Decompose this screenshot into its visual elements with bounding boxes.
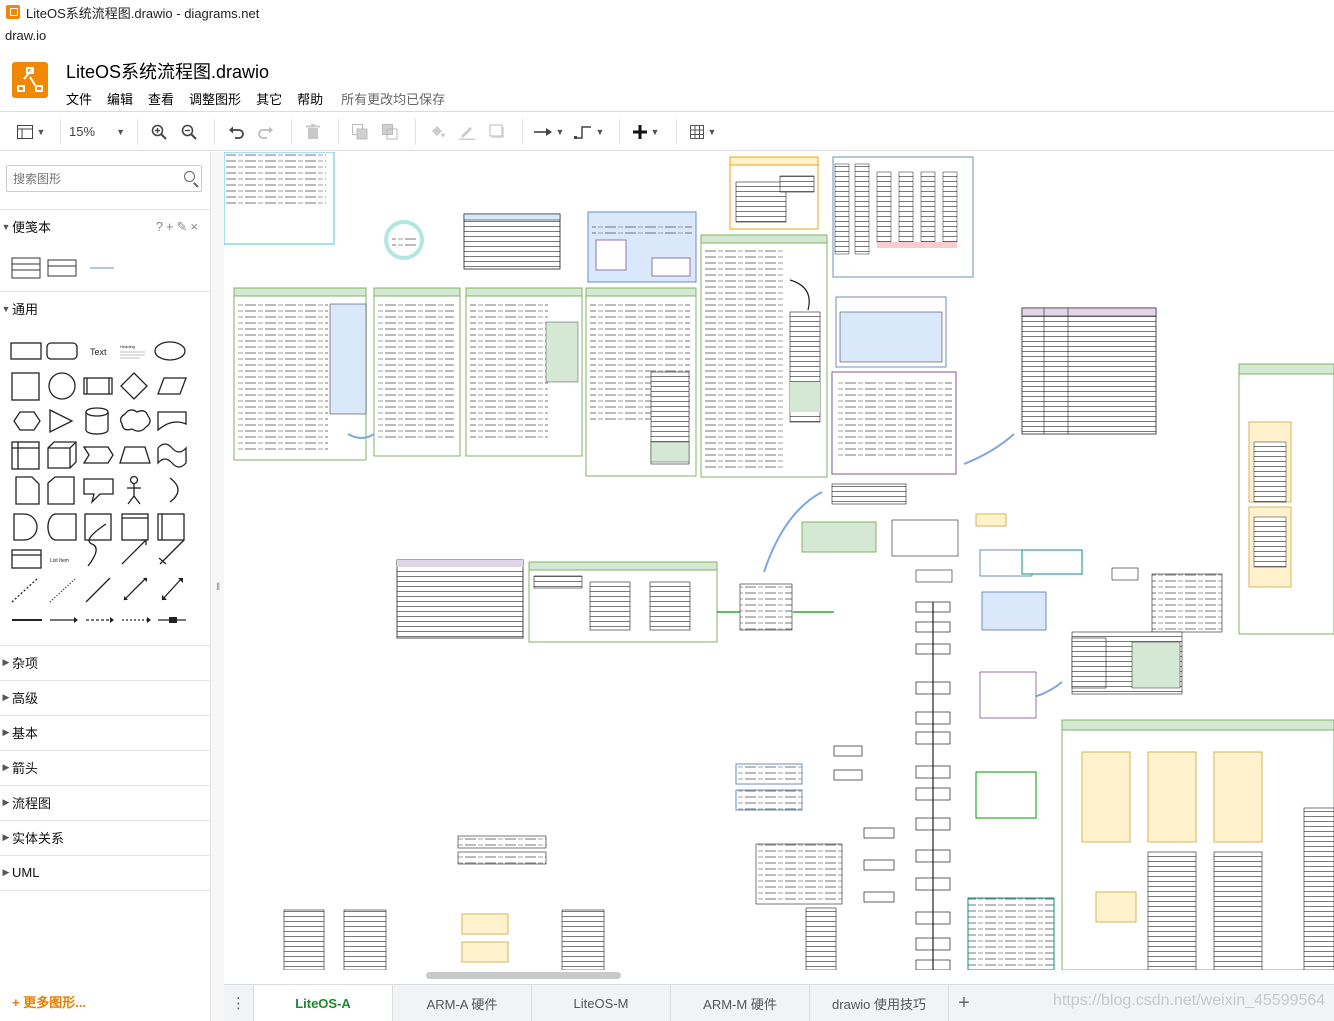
app-header: LiteOS系统流程图.drawio 文件 编辑 查看 调整图形 其它 帮助 所…	[0, 50, 1334, 112]
shape-search	[6, 165, 202, 192]
fill-color-button[interactable]	[424, 119, 450, 145]
to-back-button[interactable]	[377, 119, 403, 145]
to-front-button[interactable]	[347, 119, 373, 145]
zoom-out-icon	[181, 124, 197, 140]
menu-bar: 文件 编辑 查看 调整图形 其它 帮助 所有更改均已保存	[66, 89, 445, 108]
menu-arrange[interactable]: 调整图形	[189, 89, 241, 108]
window-title: LiteOS系统流程图.drawio - diagrams.net	[26, 5, 260, 21]
general-shapes-palette[interactable]: Text Heading List Item	[10, 334, 200, 630]
chevron-right-icon: ▶	[2, 727, 10, 737]
section-general[interactable]: ▼ 通用	[0, 291, 210, 325]
table-dropdown[interactable]: ▼	[685, 119, 721, 145]
undo-icon	[229, 126, 244, 139]
drawio-app-icon	[6, 5, 20, 19]
menu-file[interactable]: 文件	[66, 89, 92, 108]
add-page-button[interactable]: +	[949, 985, 979, 1021]
trash-icon	[306, 123, 320, 139]
table-icon	[689, 124, 704, 139]
scratchpad-tools[interactable]: ?+✎×	[156, 219, 201, 235]
zoom-in-icon	[151, 124, 167, 140]
section-advanced[interactable]: ▶ 高级	[0, 680, 210, 714]
pages-menu-button[interactable]: ⋮	[224, 985, 254, 1021]
splitter-grip-icon: ‖	[216, 582, 221, 593]
tab-drawio-tips[interactable]: drawio 使用技巧	[810, 985, 949, 1021]
shadow-button[interactable]	[484, 119, 510, 145]
view-panels-button[interactable]: ▼	[14, 119, 48, 145]
redo-icon	[258, 126, 273, 139]
straight-arrow-icon	[533, 127, 552, 136]
watermark-text: https://blog.csdn.net/weixin_45599564	[1053, 992, 1326, 1009]
to-back-icon	[382, 123, 398, 139]
plus-icon	[632, 124, 647, 139]
chevron-down-icon: ▼	[36, 126, 46, 137]
chevron-right-icon: ▶	[2, 762, 10, 772]
section-uml[interactable]: ▶ UML	[0, 855, 210, 889]
zoom-in-button[interactable]	[146, 119, 172, 145]
to-front-icon	[352, 123, 368, 139]
section-flowchart[interactable]: ▶ 流程图	[0, 785, 210, 819]
chevron-right-icon: ▶	[2, 832, 10, 842]
chevron-right-icon: ▶	[2, 657, 10, 667]
line-color-button[interactable]	[454, 119, 480, 145]
pencil-icon	[459, 126, 475, 140]
connection-style-dropdown[interactable]: ▼	[531, 119, 567, 145]
chevron-down-icon: ▼	[1, 303, 11, 314]
chevron-right-icon: ▶	[2, 797, 10, 807]
chevron-right-icon: ▶	[2, 867, 10, 877]
chevron-down-icon: ▼	[650, 126, 660, 137]
panel-layout-icon	[16, 124, 33, 139]
section-misc[interactable]: ▶ 杂项	[0, 645, 210, 679]
menu-help[interactable]: 帮助	[297, 89, 323, 108]
zoom-out-button[interactable]	[176, 119, 202, 145]
tab-liteos-a[interactable]: LiteOS-A	[254, 985, 393, 1021]
zoom-value: 15%	[69, 124, 96, 139]
drawio-logo	[12, 62, 48, 98]
chevron-down-icon: ▼	[707, 126, 717, 137]
toolbar: ▼ 15% ▼ ▼ ▼ ▼ ▼	[0, 113, 1334, 151]
tab-arm-a-hardware[interactable]: ARM-A 硬件	[393, 985, 532, 1021]
section-basic[interactable]: ▶ 基本	[0, 715, 210, 749]
document-title[interactable]: LiteOS系统流程图.drawio	[66, 58, 269, 84]
tab-arm-m-hardware[interactable]: ARM-M 硬件	[671, 985, 810, 1021]
tab-liteos-m[interactable]: LiteOS-M	[532, 985, 671, 1021]
undo-button[interactable]	[223, 119, 249, 145]
scratchpad-shapes[interactable]	[10, 252, 200, 288]
chevron-down-icon: ▼	[555, 126, 565, 137]
vertical-ellipsis-icon: ⋮	[231, 995, 246, 1012]
section-scratchpad[interactable]: ▼ 便笺本 ?+✎×	[0, 209, 210, 243]
shape-search-input[interactable]	[7, 166, 177, 191]
section-entity-relation[interactable]: ▶ 实体关系	[0, 820, 210, 854]
save-status[interactable]: 所有更改均已保存	[341, 89, 445, 108]
plus-icon: +	[958, 991, 970, 1014]
shapes-sidebar: ▼ 便笺本 ?+✎× ▼ 通用	[0, 152, 211, 1021]
delete-button[interactable]	[300, 119, 326, 145]
url-text: draw.io	[5, 28, 47, 43]
redo-button[interactable]	[253, 119, 279, 145]
menu-view[interactable]: 查看	[148, 89, 174, 108]
shape-text-sample: Text	[90, 347, 107, 357]
waypoints-dropdown[interactable]: ▼	[571, 119, 607, 145]
chevron-down-icon: ▼	[1, 221, 11, 232]
paint-bucket-icon	[432, 125, 445, 137]
sidebar-splitter[interactable]: ‖	[212, 152, 224, 1021]
chevron-right-icon: ▶	[2, 692, 10, 702]
plus-icon: +	[12, 995, 20, 1010]
shape-heading-sample: Heading	[120, 344, 135, 349]
shape-list-sample: List Item	[50, 558, 69, 564]
chevron-down-icon: ▼	[595, 126, 605, 137]
section-arrows[interactable]: ▶ 箭头	[0, 750, 210, 784]
shadow-icon	[489, 124, 504, 138]
horizontal-scrollbar[interactable]	[426, 972, 621, 979]
chevron-down-icon: ▼	[116, 126, 125, 137]
insert-dropdown[interactable]: ▼	[628, 119, 664, 145]
elbow-connector-icon	[573, 125, 591, 139]
diagram-canvas[interactable]	[224, 152, 1334, 970]
window-titlebar: LiteOS系统流程图.drawio - diagrams.net	[0, 0, 1334, 24]
menu-extras[interactable]: 其它	[256, 89, 282, 108]
more-shapes-button[interactable]: + 更多图形...	[12, 992, 86, 1011]
menu-edit[interactable]: 编辑	[107, 89, 133, 108]
search-icon[interactable]	[184, 171, 195, 182]
diagram-overview	[224, 152, 1334, 970]
zoom-dropdown[interactable]: 15% ▼	[69, 119, 125, 145]
